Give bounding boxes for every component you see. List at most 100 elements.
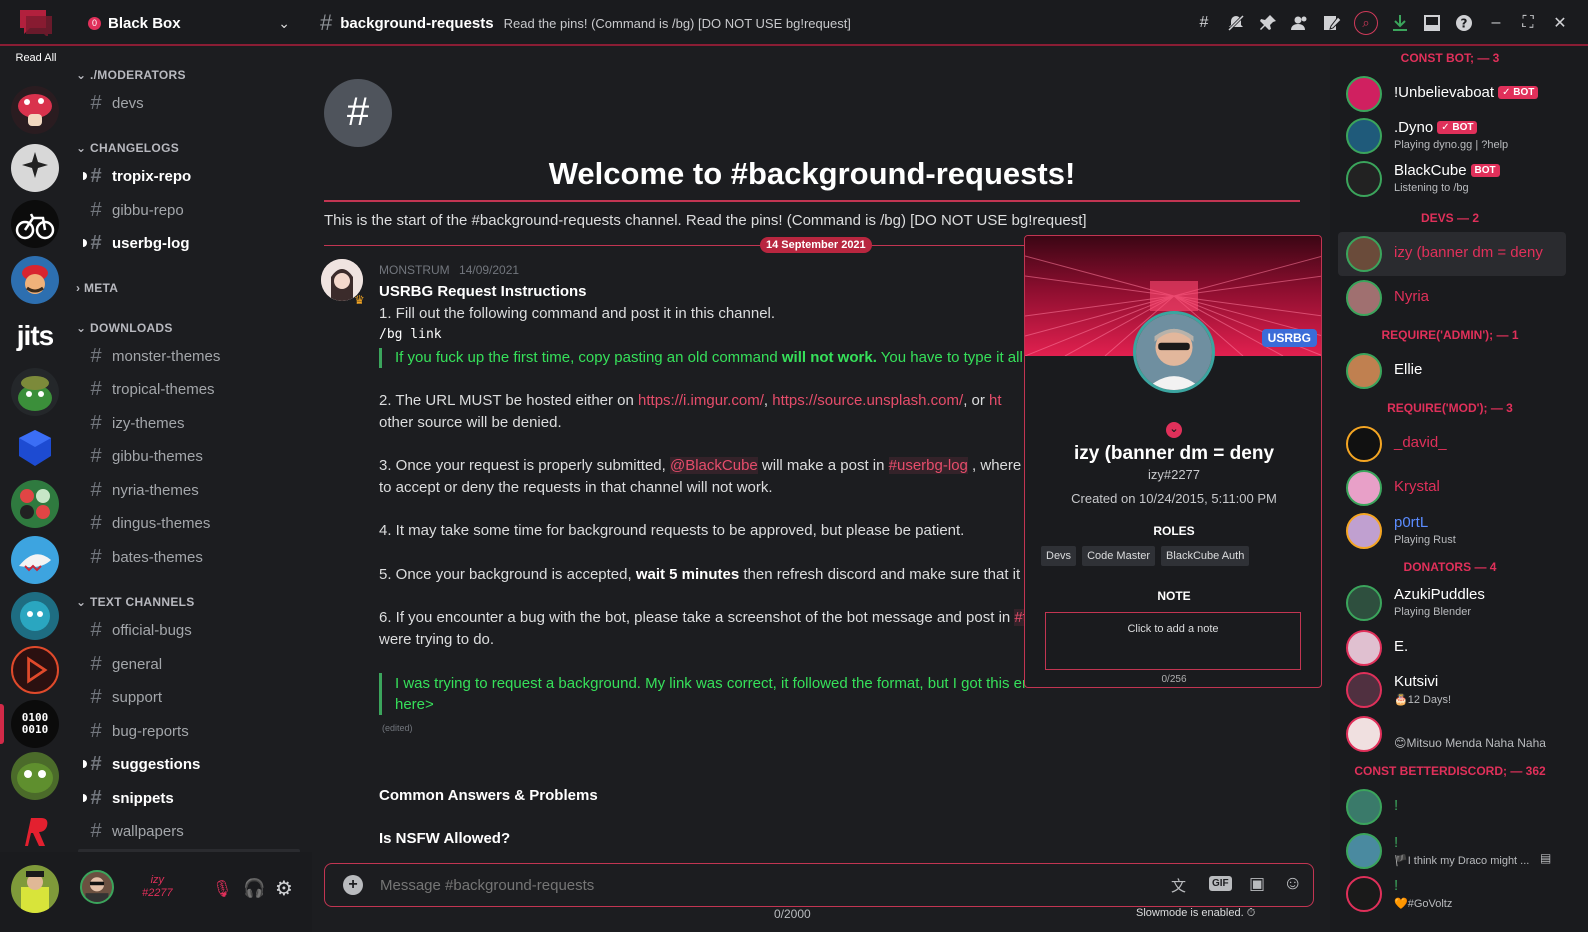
member-item[interactable]: Kutsivi 🎂12 Days!: [1338, 668, 1566, 712]
channel-tropix-repo[interactable]: # tropix-repo: [83, 161, 308, 191]
member-item[interactable]: E.: [1338, 626, 1566, 670]
profile-badge-icon[interactable]: ⌄: [1166, 422, 1182, 438]
imgur-link[interactable]: https://i.imgur.com/: [638, 392, 764, 409]
message-input[interactable]: [380, 872, 1140, 898]
role-pill[interactable]: Devs: [1041, 546, 1077, 566]
server-icon-cube[interactable]: [11, 424, 59, 472]
server-icon-mario[interactable]: [11, 256, 59, 304]
member-item[interactable]: _david_: [1338, 422, 1566, 466]
read-all-button[interactable]: Read All: [0, 52, 72, 64]
server-icon-pepe[interactable]: [11, 752, 59, 800]
hash-icon: #: [90, 511, 102, 534]
channel-label: izy-themes: [112, 414, 185, 432]
member-item[interactable]: 😊Mitsuo Menda Naha Naha: [1338, 712, 1566, 756]
server-icon-bike[interactable]: [11, 200, 59, 248]
emoji-icon[interactable]: ☺: [1283, 873, 1302, 895]
category-moderators[interactable]: ⌄ ./MODERATORS: [76, 68, 186, 82]
category-text-channels[interactable]: ⌄ TEXT CHANNELS: [76, 595, 195, 609]
server-icon-tropix[interactable]: [11, 144, 59, 192]
server-icon-frog[interactable]: [11, 368, 59, 416]
user-avatar[interactable]: [80, 870, 114, 904]
role-pill[interactable]: BlackCube Auth: [1161, 546, 1250, 566]
headphones-icon[interactable]: 🎧: [243, 878, 265, 899]
channel-wallpapers[interactable]: # wallpapers: [88, 816, 308, 846]
sticker-icon[interactable]: ▣: [1249, 874, 1265, 894]
user-panel: izy #2277 🎙 🎧 ⚙: [0, 852, 312, 932]
member-item[interactable]: .Dyno ✓ BOT Playing dyno.gg | ?help: [1338, 114, 1566, 158]
settings-gear-icon[interactable]: ⚙: [275, 876, 293, 901]
message-author[interactable]: MONSTRUM: [379, 263, 450, 277]
server-icon-play[interactable]: [11, 646, 59, 694]
category-changelogs[interactable]: ⌄ CHANGELOGS: [76, 141, 179, 155]
channel-snippets[interactable]: # snippets: [83, 783, 308, 813]
unsplash-link[interactable]: https://source.unsplash.com/: [772, 392, 963, 409]
threads-icon[interactable]: #: [1194, 13, 1214, 33]
add-attachment-icon[interactable]: +: [343, 875, 363, 895]
download-icon[interactable]: [1390, 13, 1410, 33]
member-item[interactable]: !: [1338, 785, 1566, 829]
gif-button[interactable]: GIF: [1209, 876, 1232, 891]
member-item[interactable]: Ellie: [1338, 349, 1566, 393]
member-item[interactable]: ! 🧡#GoVoltz: [1338, 872, 1566, 916]
notification-bell-muted-icon[interactable]: [1226, 13, 1246, 33]
profile-avatar[interactable]: [1133, 311, 1215, 393]
minimize-icon[interactable]: –: [1486, 13, 1506, 33]
translate-icon[interactable]: 文: [1171, 875, 1186, 896]
search-icon[interactable]: ⌕: [1354, 11, 1378, 35]
server-header[interactable]: 0 Black Box ⌄: [78, 0, 300, 46]
pin-icon[interactable]: [1258, 13, 1278, 33]
server-icon-black-box[interactable]: 0100 0010: [11, 700, 59, 748]
member-item[interactable]: AzukiPuddles Playing Blender: [1338, 581, 1566, 625]
edit-notes-icon[interactable]: [1322, 13, 1342, 33]
member-item-selected[interactable]: izy (banner dm = deny: [1338, 232, 1566, 276]
server-icon-shark[interactable]: [11, 536, 59, 584]
channel-general[interactable]: # general: [88, 649, 308, 679]
app-logo-icon[interactable]: [18, 8, 52, 38]
close-icon[interactable]: ✕: [1550, 13, 1570, 33]
members-icon[interactable]: [1290, 13, 1310, 33]
server-icon-jits[interactable]: jits: [11, 312, 59, 360]
third-link[interactable]: ht: [989, 392, 1002, 409]
category-downloads[interactable]: ⌄ DOWNLOADS: [76, 321, 173, 335]
channel-bates-themes[interactable]: # bates-themes: [88, 542, 308, 572]
member-category: REQUIRE('MOD'); — 3: [1387, 401, 1513, 415]
member-item[interactable]: Nyria: [1338, 276, 1566, 320]
channel-bug-reports[interactable]: # bug-reports: [88, 716, 308, 746]
channel-official-bugs[interactable]: # official-bugs: [88, 615, 308, 645]
maximize-icon[interactable]: ⛶: [1518, 13, 1538, 33]
channel-userbg-log[interactable]: # userbg-log: [83, 228, 308, 258]
channel-suggestions[interactable]: # suggestions: [83, 749, 308, 779]
channel-support[interactable]: # support: [88, 682, 308, 712]
channel-topic[interactable]: Read the pins! (Command is /bg) [DO NOT …: [504, 16, 851, 31]
member-item[interactable]: Krystal: [1338, 466, 1566, 510]
hash-icon: #: [90, 444, 102, 467]
server-icon-mushroom[interactable]: [11, 86, 59, 134]
category-meta[interactable]: › META: [76, 281, 118, 295]
channel-dingus-themes[interactable]: # dingus-themes: [88, 508, 308, 538]
member-item[interactable]: p0rtL Playing Rust: [1338, 509, 1566, 553]
channel-monster-themes[interactable]: # monster-themes: [88, 341, 308, 371]
member-item[interactable]: BlackCube BOT Listening to /bg: [1338, 157, 1566, 201]
channel-nyria-themes[interactable]: # nyria-themes: [88, 475, 308, 505]
role-pill[interactable]: Code Master: [1082, 546, 1156, 566]
channel-devs[interactable]: # devs: [88, 88, 308, 118]
help-icon[interactable]: ?: [1454, 13, 1474, 33]
microphone-muted-icon[interactable]: 🎙: [212, 879, 232, 899]
channel-header: # background-requests Read the pins! (Co…: [320, 0, 851, 46]
server-icon-creature[interactable]: [11, 592, 59, 640]
member-item[interactable]: !Unbelievaboat ✓ BOT: [1338, 72, 1566, 116]
userbg-log-mention[interactable]: #userbg-log: [888, 457, 968, 474]
slowmode-indicator: Slowmode is enabled. ⏱: [1136, 907, 1255, 920]
server-icon-folder[interactable]: [11, 480, 59, 528]
blackcube-mention[interactable]: @BlackCube: [669, 457, 758, 474]
inbox-icon[interactable]: [1422, 13, 1442, 33]
note-field[interactable]: Click to add a note: [1045, 612, 1301, 670]
server-icon-police[interactable]: [11, 865, 59, 913]
server-icon-r[interactable]: [11, 808, 59, 856]
channel-gibbu-repo[interactable]: # gibbu-repo: [88, 195, 308, 225]
member-item[interactable]: ! 🏴I think my Draco might ... ▤: [1338, 829, 1566, 873]
channel-gibbu-themes[interactable]: # gibbu-themes: [88, 441, 308, 471]
clock-icon: ⏱: [1246, 907, 1256, 919]
channel-tropical-themes[interactable]: # tropical-themes: [88, 374, 308, 404]
channel-izy-themes[interactable]: # izy-themes: [88, 408, 308, 438]
